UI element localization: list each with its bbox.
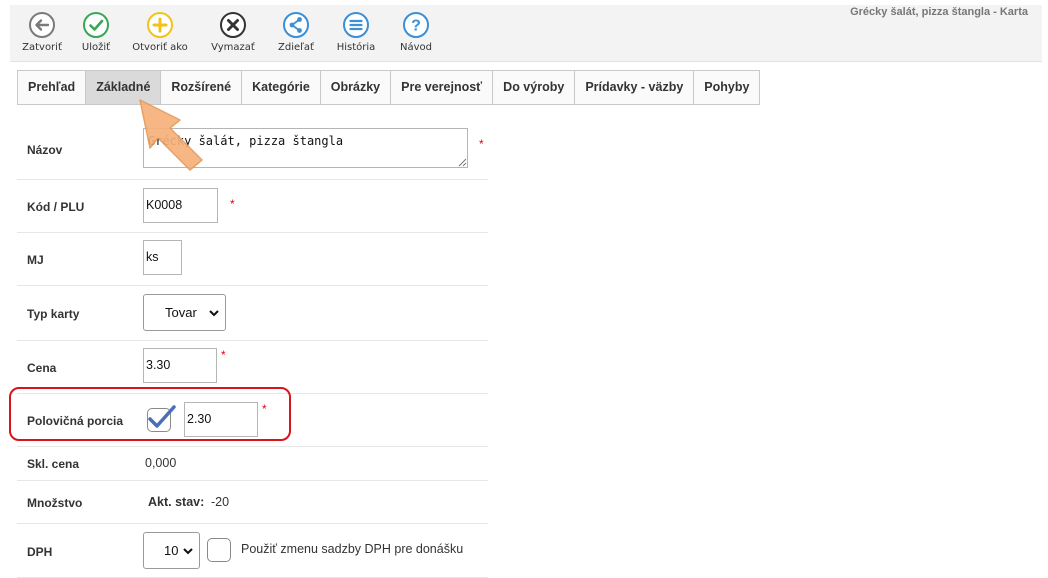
vat-select[interactable]: 10	[143, 532, 200, 569]
list-icon	[343, 12, 369, 38]
card-type-value: Tovar	[165, 305, 197, 320]
delete-x-icon	[220, 12, 246, 38]
document-title: Grécky šalát, pizza štangla - Karta	[850, 6, 1028, 18]
tab-pridavky-vazby[interactable]: Prídavky - väzby	[574, 70, 695, 105]
tab-prehlad[interactable]: Prehľad	[17, 70, 87, 105]
tab-pre-verejnost[interactable]: Pre verejnosť	[390, 70, 494, 105]
open-as-button[interactable]: Otvoriť ako	[128, 5, 192, 61]
open-as-label: Otvoriť ako	[132, 42, 188, 53]
resize-handle-icon[interactable]	[458, 158, 467, 167]
save-button[interactable]: Uložiť	[64, 5, 128, 61]
form-row-unit: MJ ks	[17, 233, 488, 286]
tab-do-vyroby[interactable]: Do výroby	[492, 70, 576, 105]
quantity-label: Množstvo	[27, 496, 83, 510]
checkmark-icon	[83, 12, 109, 38]
stock-price-label: Skl. cena	[27, 457, 80, 471]
form-row-stock-price: Skl. cena 0,000	[17, 447, 488, 481]
plus-icon	[147, 12, 173, 38]
name-required-mark: *	[479, 137, 484, 151]
vat-value: 10	[164, 543, 179, 558]
history-button[interactable]: História	[324, 5, 388, 61]
tab-kategorie[interactable]: Kategórie	[241, 70, 321, 105]
delete-button[interactable]: Vymazať	[201, 5, 265, 61]
chevron-down-icon	[183, 547, 193, 554]
tab-pohyby[interactable]: Pohyby	[693, 70, 761, 105]
unit-input[interactable]: ks	[143, 240, 182, 275]
toolbar: Zatvoriť Uložiť Otvoriť ako Vymazať Zdie…	[10, 5, 1042, 62]
svg-text:?: ?	[411, 18, 421, 35]
pointer-arrow-icon	[139, 99, 203, 171]
form-row-vat: DPH 10 Použiť zmenu sadzby DPH pre donáš…	[17, 524, 488, 578]
vat-delivery-label: Použiť zmenu sadzby DPH pre donášku	[241, 542, 464, 556]
card-type-select[interactable]: Tovar	[143, 294, 226, 331]
current-stock-label: Akt. stav:	[148, 495, 205, 509]
help-label: Návod	[400, 42, 432, 53]
form-row-card-type: Typ karty Tovar	[17, 286, 488, 341]
save-label: Uložiť	[81, 42, 111, 53]
share-label: Zdieľať	[278, 42, 314, 53]
form-row-name: Názov Grécky šalát, pizza štangla *	[17, 120, 488, 180]
chevron-down-icon	[209, 309, 219, 316]
code-required-mark: *	[230, 197, 235, 211]
share-icon	[283, 12, 309, 38]
share-button[interactable]: Zdieľať	[264, 5, 328, 61]
back-arrow-icon	[29, 12, 55, 38]
unit-label: MJ	[27, 253, 44, 267]
form: Názov Grécky šalát, pizza štangla * Kód …	[17, 120, 488, 578]
price-required-mark: *	[221, 348, 226, 362]
card-type-label: Typ karty	[27, 307, 80, 321]
highlight-frame	[9, 387, 291, 441]
form-row-quantity: Množstvo Akt. stav: -20	[17, 481, 488, 524]
code-input[interactable]: K0008	[143, 188, 218, 223]
current-stock-value: -20	[211, 495, 230, 509]
help-button[interactable]: ? Návod	[384, 5, 448, 61]
code-label: Kód / PLU	[27, 200, 85, 214]
price-label: Cena	[27, 361, 57, 375]
vat-delivery-checkbox[interactable]	[207, 538, 231, 562]
history-label: História	[336, 42, 376, 53]
name-label: Názov	[27, 143, 63, 157]
tab-bar: Prehľad Základné Rozšírené Kategórie Obr…	[17, 70, 761, 105]
vat-label: DPH	[27, 545, 53, 559]
form-row-code: Kód / PLU K0008 *	[17, 180, 488, 233]
price-input[interactable]: 3.30	[143, 348, 217, 383]
question-mark-icon: ?	[403, 12, 429, 38]
tab-obrazky[interactable]: Obrázky	[319, 70, 392, 105]
stock-price-value: 0,000	[145, 456, 177, 470]
delete-label: Vymazať	[211, 42, 255, 53]
